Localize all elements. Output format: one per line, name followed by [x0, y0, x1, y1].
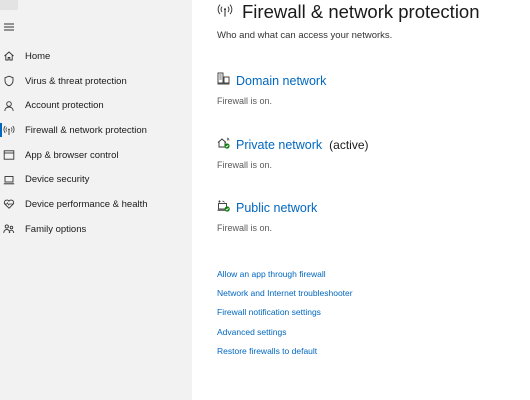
sidebar-item-app-browser-control[interactable]: App & browser control [0, 143, 192, 168]
firewall-status: Firewall is on. [217, 160, 273, 170]
restore-firewalls-default-link[interactable]: Restore firewalls to default [217, 346, 353, 365]
public-network-icon [217, 199, 230, 217]
hamburger-menu-icon[interactable] [3, 20, 15, 32]
sidebar-item-device-security[interactable]: Device security [0, 167, 192, 192]
selection-indicator [0, 123, 2, 138]
sidebar-item-label: App & browser control [25, 149, 119, 161]
public-network-link[interactable]: Public network [236, 201, 317, 215]
sidebar-item-label: Family options [25, 223, 87, 235]
private-network-link[interactable]: Private network [236, 138, 322, 152]
private-network-section: Private network (active) Firewall is on. [217, 136, 369, 170]
sidebar-item-account-protection[interactable]: Account protection [0, 93, 192, 118]
public-network-section: Public network Firewall is on. [217, 199, 317, 233]
sidebar-nav: Home Virus & threat protection Account p… [0, 44, 192, 242]
active-label: (active) [329, 138, 369, 152]
wifi-antenna-icon [217, 2, 233, 23]
family-icon [3, 223, 15, 235]
home-icon [3, 50, 15, 62]
sidebar-item-label: Account protection [25, 100, 104, 112]
laptop-icon [3, 174, 15, 186]
sidebar-item-firewall-network-protection[interactable]: Firewall & network protection [0, 118, 192, 143]
person-icon [3, 100, 15, 112]
sidebar-item-home[interactable]: Home [0, 44, 192, 69]
advanced-settings-link[interactable]: Advanced settings [217, 327, 353, 346]
domain-network-section: Domain network Firewall is on. [217, 72, 326, 106]
private-network-icon [217, 136, 230, 154]
domain-network-link[interactable]: Domain network [236, 74, 326, 88]
sidebar-item-label: Virus & threat protection [25, 75, 127, 87]
page-header: Firewall & network protection [217, 1, 480, 23]
sidebar-item-label: Home [25, 50, 51, 62]
page-subtitle: Who and what can access your networks. [217, 30, 393, 41]
main-content: Firewall & network protection Who and wh… [192, 0, 530, 400]
firewall-status: Firewall is on. [217, 223, 273, 233]
sidebar-item-virus-threat-protection[interactable]: Virus & threat protection [0, 69, 192, 94]
sidebar-item-label: Device security [25, 174, 90, 186]
sidebar-item-family-options[interactable]: Family options [0, 217, 192, 242]
related-links: Allow an app through firewall Network an… [217, 269, 353, 365]
domain-network-icon [217, 72, 230, 90]
browser-window-icon [3, 149, 15, 161]
network-troubleshooter-link[interactable]: Network and Internet troubleshooter [217, 288, 353, 307]
back-button[interactable] [0, 0, 18, 10]
shield-icon [3, 75, 15, 87]
wifi-antenna-icon [3, 124, 15, 136]
sidebar: Home Virus & threat protection Account p… [0, 0, 192, 400]
sidebar-item-label: Firewall & network protection [25, 124, 147, 136]
allow-app-through-firewall-link[interactable]: Allow an app through firewall [217, 269, 353, 288]
firewall-notification-settings-link[interactable]: Firewall notification settings [217, 307, 353, 326]
firewall-status: Firewall is on. [217, 96, 273, 106]
sidebar-item-label: Device performance & health [25, 198, 148, 210]
sidebar-item-device-performance-health[interactable]: Device performance & health [0, 192, 192, 217]
heart-icon [3, 198, 15, 210]
page-title: Firewall & network protection [242, 1, 480, 22]
